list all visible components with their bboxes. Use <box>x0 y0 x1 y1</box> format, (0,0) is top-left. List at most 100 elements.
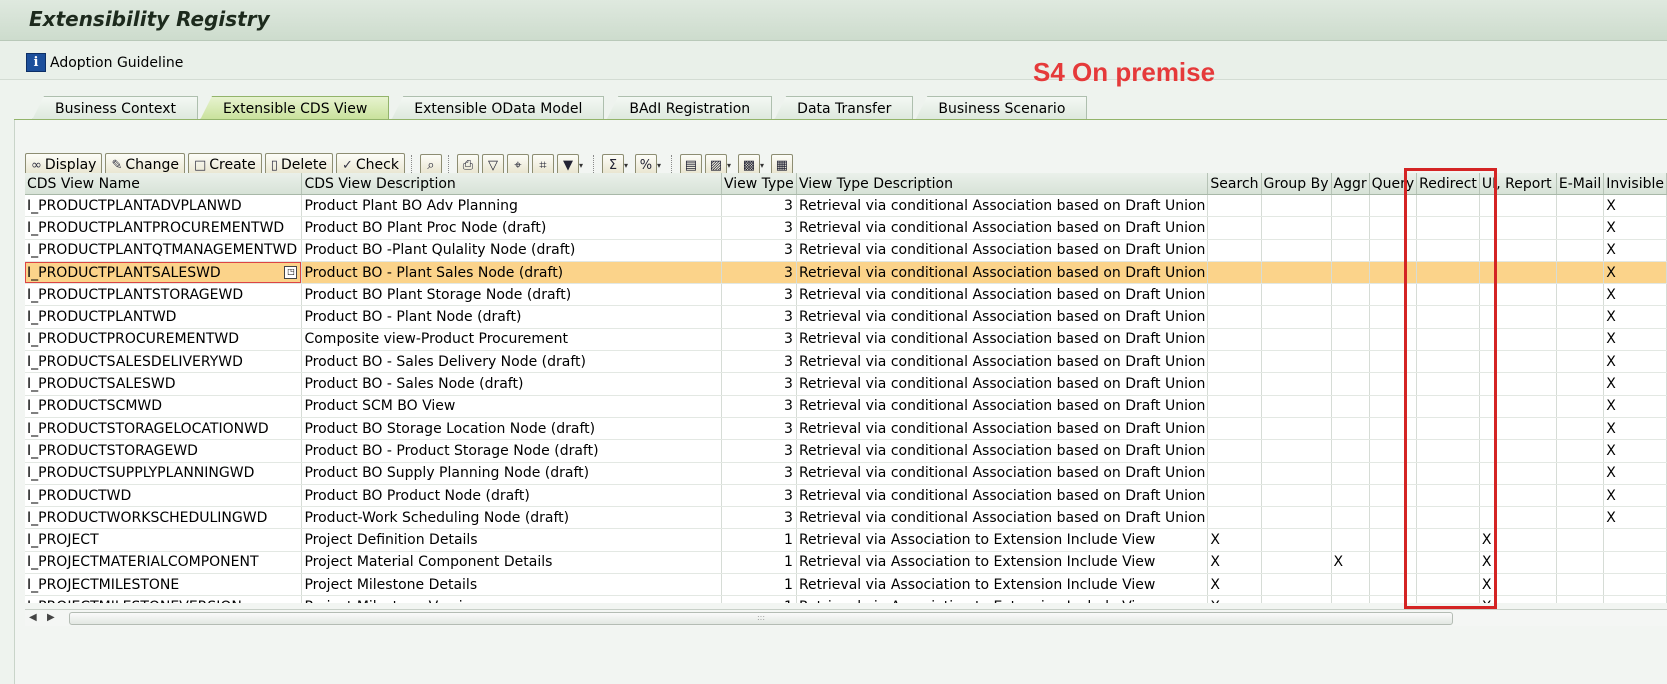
table-cell[interactable] <box>1416 395 1480 418</box>
table-cell[interactable]: Retrieval via conditional Association ba… <box>796 417 1209 441</box>
table-cell[interactable]: Retrieval via conditional Association ba… <box>796 395 1209 418</box>
table-cell[interactable] <box>1369 573 1418 597</box>
table-cell[interactable] <box>1479 417 1557 441</box>
table-cell[interactable] <box>1369 261 1418 285</box>
table-cell[interactable]: Product BO - Sales Node (draft) <box>301 372 722 396</box>
table-cell[interactable] <box>1261 395 1332 418</box>
table-cell[interactable] <box>1369 194 1418 218</box>
layout-dropdown-icon[interactable]: ▾ <box>760 161 768 170</box>
table-cell[interactable] <box>1479 506 1557 530</box>
table-cell[interactable] <box>1479 261 1557 285</box>
tab-extensible-odata-model[interactable]: Extensible OData Model <box>391 96 605 120</box>
tab-extensible-cds-view[interactable]: Extensible CDS View <box>200 96 390 120</box>
table-cell[interactable] <box>1556 395 1605 418</box>
table-cell[interactable] <box>1556 484 1605 508</box>
table-cell[interactable]: I_PRODUCTSALESDELIVERYWD <box>25 350 303 374</box>
table-cell[interactable] <box>1369 350 1418 374</box>
table-cell[interactable] <box>1416 573 1480 597</box>
table-cell[interactable] <box>1261 595 1332 603</box>
table-cell[interactable] <box>1556 328 1605 352</box>
table-cell[interactable]: Retrieval via conditional Association ba… <box>796 328 1209 352</box>
table-cell[interactable]: 3 <box>721 417 797 441</box>
table-cell[interactable]: X <box>1603 283 1667 307</box>
table-cell[interactable]: Project Milestone Version <box>301 595 722 603</box>
table-cell[interactable] <box>1207 305 1262 329</box>
table-cell[interactable]: X <box>1603 305 1667 329</box>
table-row[interactable]: I_PRODUCTPROCUREMENTWD Composite view-Pro… <box>25 328 1667 352</box>
table-cell[interactable] <box>1331 439 1370 463</box>
table-cell[interactable] <box>1416 350 1480 374</box>
table-cell[interactable] <box>1261 528 1332 552</box>
table-row[interactable]: I_PROJECTMILESTONE Project Milestone Deta… <box>25 573 1667 597</box>
table-cell[interactable]: I_PRODUCTPLANTPROCUREMENTWD <box>25 216 303 240</box>
table-cell[interactable] <box>1369 283 1418 307</box>
table-cell[interactable]: X <box>1479 573 1557 597</box>
column-header[interactable]: E-Mail <box>1556 173 1605 195</box>
table-cell[interactable]: X <box>1603 506 1667 530</box>
table-cell[interactable]: Retrieval via conditional Association ba… <box>796 194 1209 218</box>
subtotal-dropdown-icon[interactable]: ▾ <box>657 161 665 170</box>
table-cell[interactable] <box>1207 194 1262 218</box>
table-cell[interactable]: Product BO - Plant Node (draft) <box>301 305 722 329</box>
table-cell[interactable]: Retrieval via conditional Association ba… <box>796 506 1209 530</box>
table-cell[interactable] <box>1556 194 1605 218</box>
table-cell[interactable] <box>1261 216 1332 240</box>
table-cell[interactable]: Product SCM BO View <box>301 395 722 418</box>
horizontal-scrollbar[interactable]: ◀ ▶ ::: <box>25 609 1667 626</box>
column-header[interactable]: CDS View Name <box>25 173 303 195</box>
table-cell[interactable] <box>1369 239 1418 262</box>
table-row[interactable]: I_PROJECT Project Definition Details 1 Retr… <box>25 528 1667 552</box>
table-cell[interactable] <box>1479 350 1557 374</box>
table-row[interactable]: I_PRODUCTSALESDELIVERYWD Product BO - Sal… <box>25 350 1667 374</box>
table-cell[interactable] <box>1261 261 1332 285</box>
table-cell[interactable]: X <box>1207 551 1262 575</box>
table-cell[interactable]: X <box>1603 462 1667 485</box>
table-cell[interactable]: X <box>1331 551 1370 575</box>
table-cell[interactable] <box>1261 350 1332 374</box>
table-cell[interactable] <box>1331 239 1370 262</box>
table-cell[interactable] <box>1556 216 1605 240</box>
table-cell[interactable]: X <box>1207 595 1262 603</box>
table-cell[interactable]: 3 <box>721 216 797 240</box>
table-cell[interactable] <box>1369 372 1418 396</box>
table-cell[interactable]: 1 <box>721 595 797 603</box>
table-cell[interactable] <box>1556 261 1605 285</box>
table-cell[interactable] <box>1261 506 1332 530</box>
table-row[interactable]: I_PRODUCTWD Product BO Product Node (draf… <box>25 484 1667 508</box>
table-cell[interactable] <box>1479 194 1557 218</box>
table-cell[interactable] <box>1556 595 1605 603</box>
table-row[interactable]: I_PRODUCTSCMWD Product SCM BO View 3 Retrie… <box>25 395 1667 418</box>
table-cell[interactable] <box>1369 551 1418 575</box>
table-row[interactable]: I_PROJECTMATERIALCOMPONENT Project Materi… <box>25 551 1667 575</box>
table-cell[interactable] <box>1207 216 1262 240</box>
tab-badi-registration[interactable]: BAdI Registration <box>606 96 773 120</box>
tab-business-scenario[interactable]: Business Scenario <box>915 96 1088 120</box>
table-cell[interactable]: Product BO Plant Storage Node (draft) <box>301 283 722 307</box>
table-cell[interactable] <box>1261 551 1332 575</box>
column-header[interactable]: Aggr <box>1331 173 1370 195</box>
table-cell[interactable] <box>1261 239 1332 262</box>
table-cell[interactable]: I_PRODUCTPLANTSTORAGEWD <box>25 283 303 307</box>
table-cell[interactable]: 3 <box>721 305 797 329</box>
table-cell[interactable] <box>1207 283 1262 307</box>
table-row[interactable]: I_PRODUCTSALESWD Product BO - Sales Node … <box>25 372 1667 396</box>
column-header[interactable]: UI, Report <box>1479 173 1557 195</box>
table-cell[interactable] <box>1261 462 1332 485</box>
table-cell[interactable]: Product BO Product Node (draft) <box>301 484 722 508</box>
table-cell[interactable]: X <box>1603 439 1667 463</box>
table-cell[interactable]: Retrieval via conditional Association ba… <box>796 261 1209 285</box>
table-cell[interactable]: 3 <box>721 261 797 285</box>
table-row[interactable]: I_PRODUCTPLANTWD Product BO - Plant Node … <box>25 305 1667 329</box>
table-cell[interactable]: 1 <box>721 551 797 575</box>
table-cell[interactable] <box>1369 439 1418 463</box>
table-cell[interactable]: Retrieval via conditional Association ba… <box>796 350 1209 374</box>
table-cell[interactable]: I_PROJECTMILESTONE <box>25 573 303 597</box>
table-cell[interactable]: I_PRODUCTWD <box>25 484 303 508</box>
table-cell[interactable]: Product BO Storage Location Node (draft) <box>301 417 722 441</box>
table-cell[interactable]: 3 <box>721 395 797 418</box>
table-cell[interactable] <box>1603 551 1667 575</box>
table-cell[interactable] <box>1331 395 1370 418</box>
table-cell[interactable]: I_PRODUCTSCMWD <box>25 395 303 418</box>
table-cell[interactable] <box>1479 484 1557 508</box>
table-cell[interactable]: Retrieval via Association to Extension I… <box>796 573 1209 597</box>
